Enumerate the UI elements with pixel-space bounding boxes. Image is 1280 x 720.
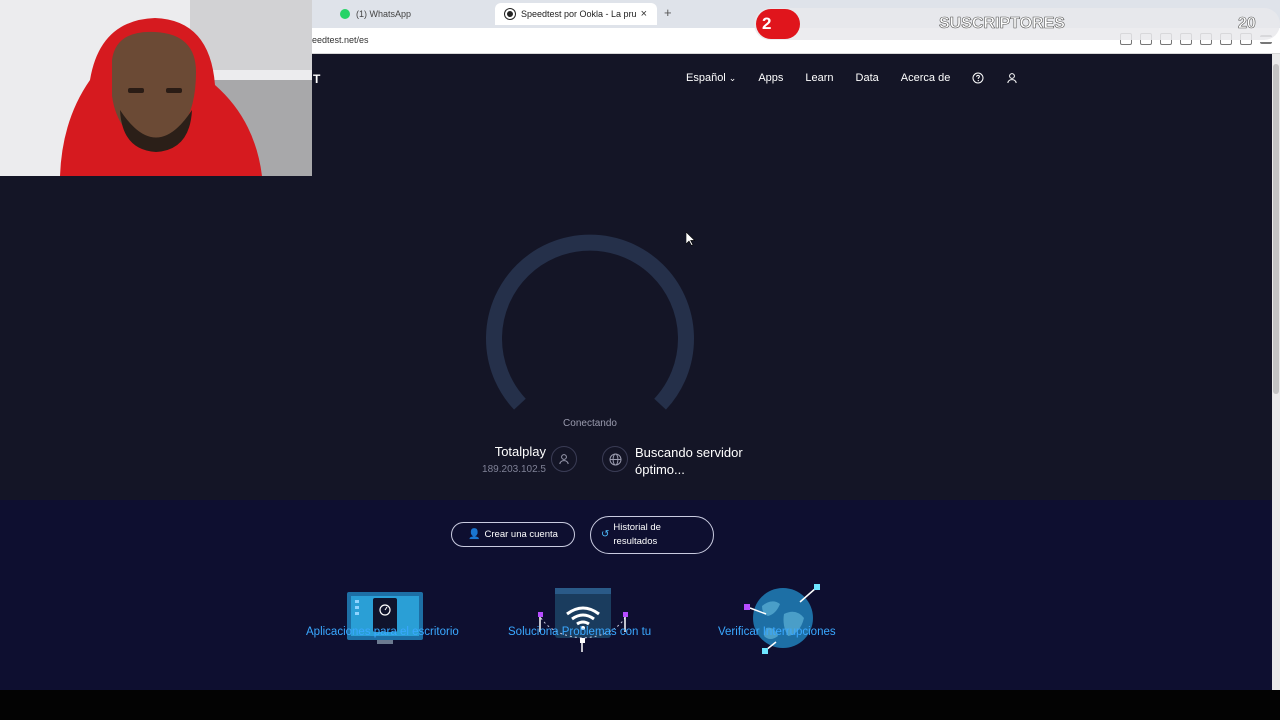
- results-history-button[interactable]: ↺ Historial de resultados: [590, 516, 714, 554]
- feature-link-outages[interactable]: Verificar Interrupciones: [718, 626, 836, 638]
- taskbar-strip: [0, 690, 1280, 720]
- site-logo[interactable]: T: [313, 72, 320, 86]
- tab-speedtest[interactable]: Speedtest por Ookla - La prueba ×: [495, 3, 657, 25]
- user-icon[interactable]: [551, 446, 577, 472]
- close-tab-icon[interactable]: ×: [641, 8, 647, 20]
- language-dropdown[interactable]: Español ⌄: [686, 72, 736, 84]
- whatsapp-icon: [340, 9, 350, 19]
- history-icon: ↺: [601, 529, 610, 540]
- lower-section: 👤 Crear una cuenta ↺ Historial de result…: [0, 500, 1272, 690]
- ip-address: 189.203.102.5: [482, 464, 546, 475]
- nav-about[interactable]: Acerca de: [901, 72, 951, 84]
- banner-number: 2: [762, 14, 772, 33]
- nav-learn[interactable]: Learn: [805, 72, 833, 84]
- subscriber-banner: 2 SUSCRIPTORES 20: [754, 6, 1280, 42]
- connection-status: Conectando: [563, 418, 617, 429]
- create-account-button[interactable]: 👤 Crear una cuenta: [451, 522, 575, 547]
- url-field[interactable]: eedtest.net/es: [312, 35, 369, 45]
- webcam-overlay: [0, 0, 312, 176]
- page-scrollbar[interactable]: [1272, 54, 1280, 690]
- server-status: Buscando servidor óptimo...: [635, 445, 743, 477]
- tab-label: (1) WhatsApp: [356, 9, 412, 19]
- top-nav: Español ⌄ Apps Learn Data Acerca de: [686, 72, 1040, 84]
- add-user-icon: 👤: [468, 529, 481, 540]
- tab-label: Speedtest por Ookla - La prueba: [521, 9, 637, 19]
- speedtest-icon: [505, 9, 515, 19]
- results-history-label: Historial de resultados: [613, 522, 661, 547]
- feature-link-desktop[interactable]: Aplicaciones para el escritorio: [306, 626, 459, 638]
- chevron-down-icon: ⌄: [728, 72, 737, 83]
- create-account-label: Crear una cuenta: [484, 529, 558, 540]
- feature-link-wifi[interactable]: Soluciona Problemas con tu: [508, 626, 651, 638]
- screen: (1) WhatsApp Speedtest por Ookla - La pr…: [0, 0, 1280, 720]
- isp-info: Totalplay 189.203.102.5: [470, 444, 546, 475]
- user-icon[interactable]: [1006, 72, 1018, 84]
- mouse-cursor-icon: [686, 232, 696, 246]
- banner-count: 20: [1238, 15, 1256, 33]
- help-icon[interactable]: [972, 72, 984, 84]
- scrollbar-thumb[interactable]: [1273, 64, 1279, 394]
- nav-data[interactable]: Data: [856, 72, 879, 84]
- isp-name: Totalplay: [494, 444, 546, 459]
- language-label: Español: [686, 72, 726, 84]
- nav-apps[interactable]: Apps: [758, 72, 783, 84]
- globe-icon[interactable]: [602, 446, 628, 472]
- tab-whatsapp[interactable]: (1) WhatsApp: [330, 3, 490, 25]
- banner-text: SUSCRIPTORES: [939, 15, 1066, 33]
- new-tab-button[interactable]: +: [664, 5, 672, 20]
